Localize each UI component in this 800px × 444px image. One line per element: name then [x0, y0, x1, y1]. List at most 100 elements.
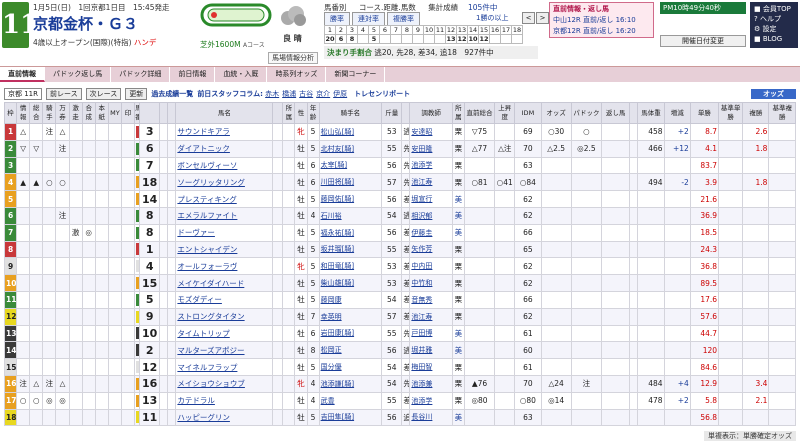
horse-name-link[interactable]: マイネルフラップ	[175, 358, 274, 376]
menu-link-2[interactable]: 集計成績	[428, 3, 458, 12]
mark-cell[interactable]	[16, 290, 31, 309]
trainer-link[interactable]: 堀井雅	[409, 341, 453, 360]
member-top-link[interactable]: ■ 会員TOP	[754, 4, 794, 14]
jockey-link[interactable]: 松岡正	[318, 341, 383, 360]
column-header[interactable]: 基準複勝	[768, 102, 796, 124]
column-header[interactable]: 馬名	[175, 102, 274, 124]
table-row[interactable]: 1△注△3サウンドキアラ牝5松山弘[騎]53逃安達昭栗▽7569○30○458+…	[3, 123, 796, 141]
mark-cell[interactable]	[107, 408, 122, 427]
mark-cell[interactable]	[120, 290, 136, 309]
mark-cell[interactable]	[81, 274, 96, 292]
mark-cell[interactable]	[55, 240, 70, 259]
mark-cell[interactable]	[55, 290, 70, 309]
horse-name-link[interactable]: ダイアトニック	[175, 139, 274, 158]
mark-cell[interactable]	[107, 391, 122, 410]
tab-5[interactable]: 時系列オッズ	[267, 67, 327, 82]
settings-link[interactable]: ⚙ 設定	[754, 24, 794, 34]
mark-cell[interactable]: △	[55, 123, 70, 141]
horse-name-link[interactable]: メイショウショウブ	[175, 374, 274, 393]
staff-link-2[interactable]: 古谷	[299, 90, 313, 98]
column-header[interactable]: 返し馬	[601, 102, 631, 124]
horse-name-link[interactable]: ボンセルヴィーソ	[175, 156, 274, 175]
column-header[interactable]	[139, 102, 161, 124]
mark-cell[interactable]	[94, 240, 109, 259]
mark-cell[interactable]	[16, 223, 31, 242]
column-header[interactable]: 斤量	[381, 102, 403, 124]
mark-cell[interactable]	[81, 156, 96, 175]
mark-cell[interactable]	[81, 240, 96, 259]
mark-cell[interactable]	[68, 240, 83, 259]
mark-cell[interactable]	[29, 324, 44, 343]
mark-cell[interactable]	[120, 391, 136, 410]
mark-cell[interactable]: ▲	[16, 173, 31, 192]
update-button[interactable]: 更新	[125, 88, 148, 100]
mark-cell[interactable]	[16, 240, 31, 259]
table-row[interactable]: 12 9 ストロングタイタン 牡7幸英明57差池江寿栗 62 57.6	[3, 307, 796, 326]
mark-cell[interactable]	[42, 341, 57, 360]
horse-name-link[interactable]: マルターズアポジー	[175, 341, 274, 360]
jockey-link[interactable]: 石川裕	[318, 206, 383, 225]
column-header[interactable]: 枠	[3, 102, 18, 124]
mark-cell[interactable]	[120, 139, 136, 158]
mark-cell[interactable]	[94, 374, 109, 393]
mark-cell[interactable]	[120, 206, 136, 225]
jockey-link[interactable]: 藤岡佑[騎]	[318, 190, 383, 208]
mark-cell[interactable]: ○	[29, 391, 44, 410]
prev-race-button[interactable]: 前レース	[46, 88, 82, 100]
column-header[interactable]: 馬番	[134, 102, 141, 124]
mark-cell[interactable]: ▽	[16, 139, 31, 158]
race-select[interactable]: 京都 11R	[4, 88, 42, 100]
trainer-link[interactable]: 伊藤圭	[409, 223, 453, 242]
mark-cell[interactable]	[29, 358, 44, 376]
mark-cell[interactable]	[55, 408, 70, 427]
mark-cell[interactable]: △	[55, 374, 70, 393]
trainer-link[interactable]: 堀宣行	[409, 190, 453, 208]
mark-cell[interactable]	[42, 307, 57, 326]
mark-cell[interactable]	[16, 206, 31, 225]
mark-cell[interactable]	[29, 290, 44, 309]
menu-link-1[interactable]: コース.距離.馬数	[359, 3, 416, 12]
trainer-link[interactable]: 安田隆	[409, 139, 453, 158]
mark-cell[interactable]: 注	[55, 206, 70, 225]
horse-name-link[interactable]: エメラルファイト	[175, 206, 274, 225]
training-report-link[interactable]: トレセンリポート	[354, 89, 410, 99]
column-header[interactable]: 本紙	[94, 102, 109, 124]
table-row[interactable]: 17○○◎◎13カテドラル牡4武豊55差池添学栗◎80○80◎14478+25.…	[3, 391, 796, 410]
mark-cell[interactable]	[107, 206, 122, 225]
mark-cell[interactable]	[94, 324, 109, 343]
table-row[interactable]: 6 注 8 エメラルファイト 牡4石川裕54逃相沢郁美 62 36.9	[3, 206, 796, 225]
trainer-link[interactable]: 池江寿	[409, 173, 453, 192]
trainer-link[interactable]: 相沢郁	[409, 206, 453, 225]
mark-cell[interactable]	[42, 257, 57, 276]
mark-cell[interactable]	[68, 307, 83, 326]
mark-cell[interactable]: ◎	[42, 391, 57, 410]
mark-cell[interactable]	[55, 190, 70, 208]
trainer-link[interactable]: 中内田	[409, 257, 453, 276]
table-row[interactable]: 4▲▲○○18ソーグリッタリング牡6川田将[騎]57先池江寿栗○81○41○84…	[3, 173, 796, 192]
mark-cell[interactable]	[94, 257, 109, 276]
jockey-link[interactable]: 吉田隼[騎]	[318, 408, 383, 427]
column-header[interactable]: 年齢	[306, 102, 320, 124]
horse-name-link[interactable]: ストロングタイタン	[175, 307, 274, 326]
trainer-link[interactable]: 池添学	[409, 391, 453, 410]
column-header[interactable]	[167, 102, 177, 124]
tab-4[interactable]: 血統・入厩	[215, 67, 268, 82]
column-header[interactable]: 激走	[68, 102, 83, 124]
mark-cell[interactable]: 注	[42, 123, 57, 141]
column-header[interactable]: 騎手	[42, 102, 57, 124]
mark-cell[interactable]	[68, 123, 83, 141]
horse-name-link[interactable]: ハッピーグリン	[175, 408, 274, 427]
mark-cell[interactable]	[81, 307, 96, 326]
track-analysis-tag[interactable]: 馬場情報分析	[268, 52, 318, 64]
horse-name-link[interactable]: メイケイダイハード	[175, 274, 274, 292]
trainer-link[interactable]: 中竹和	[409, 274, 453, 292]
mark-cell[interactable]	[68, 324, 83, 343]
mark-cell[interactable]: 注	[55, 139, 70, 158]
next-race-line-1[interactable]: 京都12R 直前/返し 16:20	[553, 26, 650, 37]
mark-cell[interactable]	[107, 274, 122, 292]
column-header[interactable]: IDM	[514, 102, 542, 124]
mark-cell[interactable]	[107, 190, 122, 208]
mark-cell[interactable]	[29, 156, 44, 175]
mark-cell[interactable]	[42, 190, 57, 208]
mark-cell[interactable]	[68, 391, 83, 410]
